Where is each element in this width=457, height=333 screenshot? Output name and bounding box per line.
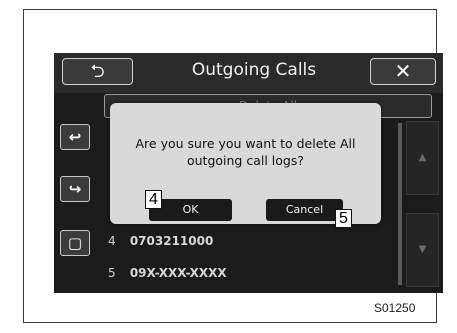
list-item[interactable]: 4 0703211000 — [104, 229, 394, 253]
close-button[interactable]: ✕ — [370, 58, 436, 85]
incoming-calls-button[interactable]: ↩ — [60, 124, 90, 150]
page-title: Outgoing Calls — [191, 60, 317, 80]
list-item-number-text: 0703211000 — [129, 234, 214, 248]
list-item[interactable]: 5 09X-XXX-XXXX — [104, 261, 394, 285]
phone-device-button[interactable]: ▢ — [60, 230, 90, 256]
incoming-call-icon: ↩ — [68, 128, 82, 146]
outgoing-calls-button[interactable]: ↪ — [60, 176, 90, 202]
callout-ok: 4 — [145, 190, 162, 209]
close-icon: ✕ — [394, 59, 412, 83]
chevron-up-icon: ▲ — [418, 152, 427, 163]
cancel-button[interactable]: Cancel — [266, 199, 343, 221]
back-icon: ⮌ — [90, 61, 105, 82]
scroll-up-button[interactable]: ▲ — [406, 121, 439, 195]
dialog-message: Are you sure you want to delete All outg… — [135, 136, 356, 168]
header-bar: ⮌ Outgoing Calls ✕ — [54, 53, 443, 93]
scroll-down-button[interactable]: ▼ — [406, 213, 439, 287]
list-item-number: 5 — [108, 266, 116, 280]
list-item-number: 4 — [108, 234, 116, 248]
scrollbar[interactable] — [398, 123, 402, 285]
device-screen: ⮌ Outgoing Calls ✕ ↩ ↪ ▢ Delete All 4 07… — [54, 53, 443, 293]
phone-device-icon: ▢ — [67, 234, 83, 252]
outgoing-call-icon: ↪ — [68, 180, 82, 198]
chevron-down-icon: ▼ — [418, 244, 427, 255]
callout-cancel: 5 — [335, 209, 352, 228]
list-item-number-text: 09X-XXX-XXXX — [129, 266, 227, 280]
back-button[interactable]: ⮌ — [62, 58, 133, 85]
figure-code: S01250 — [374, 301, 416, 315]
